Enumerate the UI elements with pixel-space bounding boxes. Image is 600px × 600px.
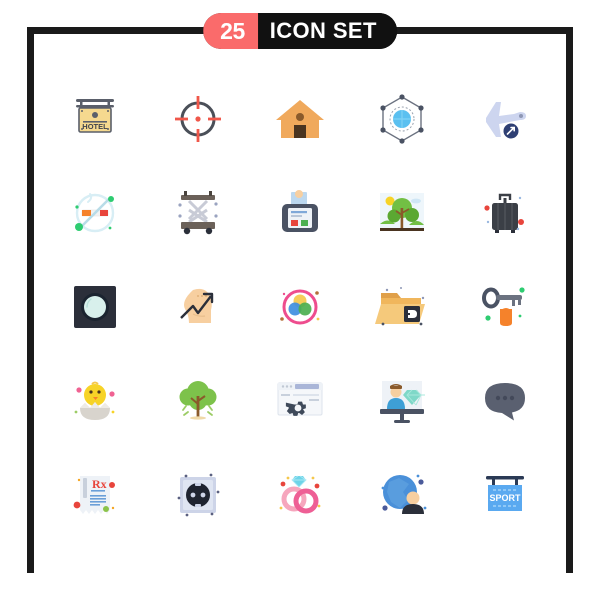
icon-cell-hotel-sign[interactable]: HOTEL bbox=[44, 72, 146, 166]
icon-cell-sport-sign[interactable]: SPORT bbox=[454, 448, 556, 542]
icon-cell-power-socket[interactable] bbox=[146, 448, 248, 542]
browser-settings-icon bbox=[277, 382, 323, 416]
icon-cell-suitcase-luggage[interactable] bbox=[454, 166, 556, 260]
crosshair-target-icon bbox=[174, 96, 221, 142]
chat-bubble-icon bbox=[484, 383, 525, 421]
icon-cell-park-nature[interactable] bbox=[351, 166, 453, 260]
sport-sign-icon: SPORT bbox=[485, 476, 524, 511]
icon-cell-color-wheel[interactable] bbox=[249, 260, 351, 354]
hatching-chick-icon bbox=[74, 381, 115, 420]
icon-cell-hatching-chick[interactable] bbox=[44, 354, 146, 448]
prescription-rx-icon: Rx bbox=[73, 476, 116, 514]
icon-cell-no-smoking[interactable] bbox=[44, 166, 146, 260]
moon-night-icon bbox=[74, 286, 117, 328]
global-user-icon bbox=[381, 474, 427, 514]
frame-left-bar bbox=[27, 27, 34, 573]
power-socket-icon bbox=[177, 473, 219, 517]
frame-right-bar bbox=[566, 27, 573, 573]
card-terminal-icon bbox=[281, 190, 318, 232]
global-network-icon bbox=[380, 94, 424, 144]
hotel-sign-icon: HOTEL bbox=[76, 99, 115, 133]
tree-icon bbox=[179, 381, 217, 420]
icon-set-poster: 25 ICON SET HOTEL Rx SPORT bbox=[0, 0, 600, 600]
icon-cell-global-network[interactable] bbox=[351, 72, 453, 166]
icon-count: 25 bbox=[203, 13, 258, 49]
icon-cell-tree[interactable] bbox=[146, 354, 248, 448]
icon-cell-presenter-diamond[interactable] bbox=[351, 354, 453, 448]
house-home-icon bbox=[275, 100, 324, 138]
svg-text:Rx: Rx bbox=[92, 477, 107, 491]
key-tag-icon bbox=[481, 287, 525, 326]
icon-cell-scissor-lift[interactable] bbox=[146, 166, 248, 260]
page-title: ICON SET bbox=[257, 13, 397, 49]
icon-cell-crosshair-target[interactable] bbox=[146, 72, 248, 166]
folder-3d-icon bbox=[375, 287, 426, 326]
icon-cell-global-user[interactable] bbox=[351, 448, 453, 542]
icon-cell-house-home[interactable] bbox=[249, 72, 351, 166]
svg-text:SPORT: SPORT bbox=[489, 493, 521, 503]
airplane-flight-icon bbox=[485, 102, 526, 139]
icon-cell-key-tag[interactable] bbox=[454, 260, 556, 354]
color-wheel-icon bbox=[280, 289, 320, 325]
icon-cell-moon-night[interactable] bbox=[44, 260, 146, 354]
svg-text:HOTEL: HOTEL bbox=[82, 122, 108, 131]
icon-cell-browser-settings[interactable] bbox=[249, 354, 351, 448]
icon-cell-chat-bubble[interactable] bbox=[454, 354, 556, 448]
presenter-diamond-icon bbox=[380, 381, 426, 423]
icon-grid: HOTEL Rx SPORT bbox=[44, 72, 556, 542]
icon-cell-airplane-flight[interactable] bbox=[454, 72, 556, 166]
icon-cell-folder-3d[interactable] bbox=[351, 260, 453, 354]
header-badge: 25 ICON SET bbox=[203, 13, 397, 49]
icon-cell-wedding-rings[interactable] bbox=[249, 448, 351, 542]
icon-cell-mind-growth[interactable] bbox=[146, 260, 248, 354]
park-nature-icon bbox=[380, 193, 425, 231]
scissor-lift-icon bbox=[177, 191, 218, 235]
suitcase-luggage-icon bbox=[484, 193, 524, 233]
no-smoking-icon bbox=[75, 193, 115, 233]
icon-cell-card-terminal[interactable] bbox=[249, 166, 351, 260]
wedding-rings-icon bbox=[279, 475, 321, 514]
mind-growth-icon bbox=[179, 288, 213, 323]
icon-cell-prescription-rx[interactable]: Rx bbox=[44, 448, 146, 542]
